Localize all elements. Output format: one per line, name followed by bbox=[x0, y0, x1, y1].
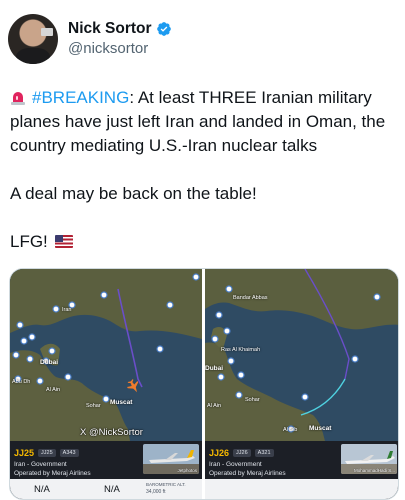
tweet-paragraph-1: #BREAKING: At least THREE Iranian milita… bbox=[10, 86, 395, 158]
tweet-header: Nick Sortor @nicksortor bbox=[8, 10, 398, 68]
stat-alt-label: BAROMETRIC ALT. bbox=[146, 482, 186, 487]
flight-map-right: Bandar Abbas Ras Al Khaimah Dubai Sohar … bbox=[205, 269, 398, 441]
map-label-al-ain: Al Ain bbox=[46, 387, 61, 393]
stat-speed: N/A bbox=[34, 484, 50, 495]
map-label-muscat: Muscat bbox=[110, 399, 133, 406]
avatar-mic bbox=[41, 28, 53, 36]
flight-stats-row-right bbox=[205, 479, 398, 499]
tweet-line-3: LFG! bbox=[10, 232, 48, 251]
stat-track: N/A bbox=[104, 484, 120, 495]
hashtag-breaking[interactable]: #BREAKING bbox=[32, 88, 129, 107]
aircraft-photo-right[interactable]: MohammadHadi S... bbox=[341, 444, 397, 474]
operator-line-right: Iran - Government bbox=[209, 461, 262, 468]
verified-badge-icon[interactable] bbox=[156, 21, 172, 37]
tweet-paragraph-2: A deal may be back on the table! bbox=[10, 184, 257, 203]
flight-callsign: JJ25 bbox=[14, 448, 35, 458]
photo-credit: Jetphotos bbox=[177, 468, 197, 473]
map-label-abu-dhabi: Abu Dh bbox=[12, 379, 31, 385]
map-label-dubai: Dubai bbox=[40, 359, 59, 366]
flight-info-right[interactable]: JJ26 JJ26 A321 Iran - Government Operate… bbox=[205, 441, 398, 499]
flight-map-left: Iran Dubai Al Ain Muscat Abu Dh Sohar X … bbox=[10, 269, 202, 441]
map-label-al-ain-right: Al Ain bbox=[207, 403, 222, 409]
flight-number-badge: JJ25 bbox=[38, 449, 56, 457]
photo-credit-right: MohammadHadi S... bbox=[353, 468, 395, 473]
tweet-paragraph-3: LFG! bbox=[10, 230, 395, 254]
map-label-sohar-right: Sohar bbox=[245, 397, 260, 403]
map-label-sohar: Sohar bbox=[86, 403, 101, 409]
flight-number-badge-right: JJ26 bbox=[233, 449, 251, 457]
us-flag-icon bbox=[54, 235, 73, 248]
flight-title-row: JJ25 JJ25 A343 bbox=[14, 448, 79, 458]
watermark-handle: X @NickSortor bbox=[80, 427, 143, 438]
map-label-dubai-right: Dubai bbox=[205, 365, 224, 372]
flight-title-row-right: JJ26 JJ26 A321 bbox=[209, 448, 274, 458]
aircraft-type-badge: A343 bbox=[59, 449, 79, 457]
author-display-name[interactable]: Nick Sortor bbox=[68, 20, 152, 38]
tweet-text: #BREAKING: At least THREE Iranian milita… bbox=[10, 86, 395, 254]
map-label-ras-al-khaimah: Ras Al Khaimah bbox=[221, 347, 261, 353]
map-label-muscat-right: Muscat bbox=[309, 425, 332, 432]
author-handle[interactable]: @nicksortor bbox=[68, 40, 148, 57]
airline-line-right: Operated by Meraj Airlines bbox=[209, 470, 286, 477]
operator-line: Iran - Government bbox=[14, 461, 67, 468]
map-label-iran: Iran bbox=[62, 307, 72, 313]
aircraft-type-badge-right: A321 bbox=[254, 449, 274, 457]
flight-callsign-right: JJ26 bbox=[209, 448, 230, 458]
author-name-row: Nick Sortor bbox=[68, 20, 172, 38]
avatar[interactable] bbox=[8, 14, 58, 64]
aircraft-photo[interactable]: Jetphotos bbox=[143, 444, 199, 474]
media-image-right[interactable]: Bandar Abbas Ras Al Khaimah Dubai Sohar … bbox=[205, 269, 398, 499]
media-image-left[interactable]: Iran Dubai Al Ain Muscat Abu Dh Sohar X … bbox=[10, 269, 202, 499]
flight-stats-row: N/A N/A BAROMETRIC ALT. 34,000 ft bbox=[10, 479, 202, 499]
siren-icon bbox=[11, 92, 25, 105]
stat-alt-value: 34,000 ft bbox=[146, 489, 166, 495]
map-label-al-sib: Al Sib bbox=[283, 427, 298, 433]
map-label-bandar-abbas: Bandar Abbas bbox=[233, 295, 268, 301]
airline-line: Operated by Meraj Airlines bbox=[14, 470, 91, 477]
flight-info-left[interactable]: JJ25 JJ25 A343 Iran - Government Operate… bbox=[10, 441, 202, 499]
avatar-shirt bbox=[16, 48, 50, 64]
tweet-media[interactable]: Iran Dubai Al Ain Muscat Abu Dh Sohar X … bbox=[9, 268, 399, 500]
